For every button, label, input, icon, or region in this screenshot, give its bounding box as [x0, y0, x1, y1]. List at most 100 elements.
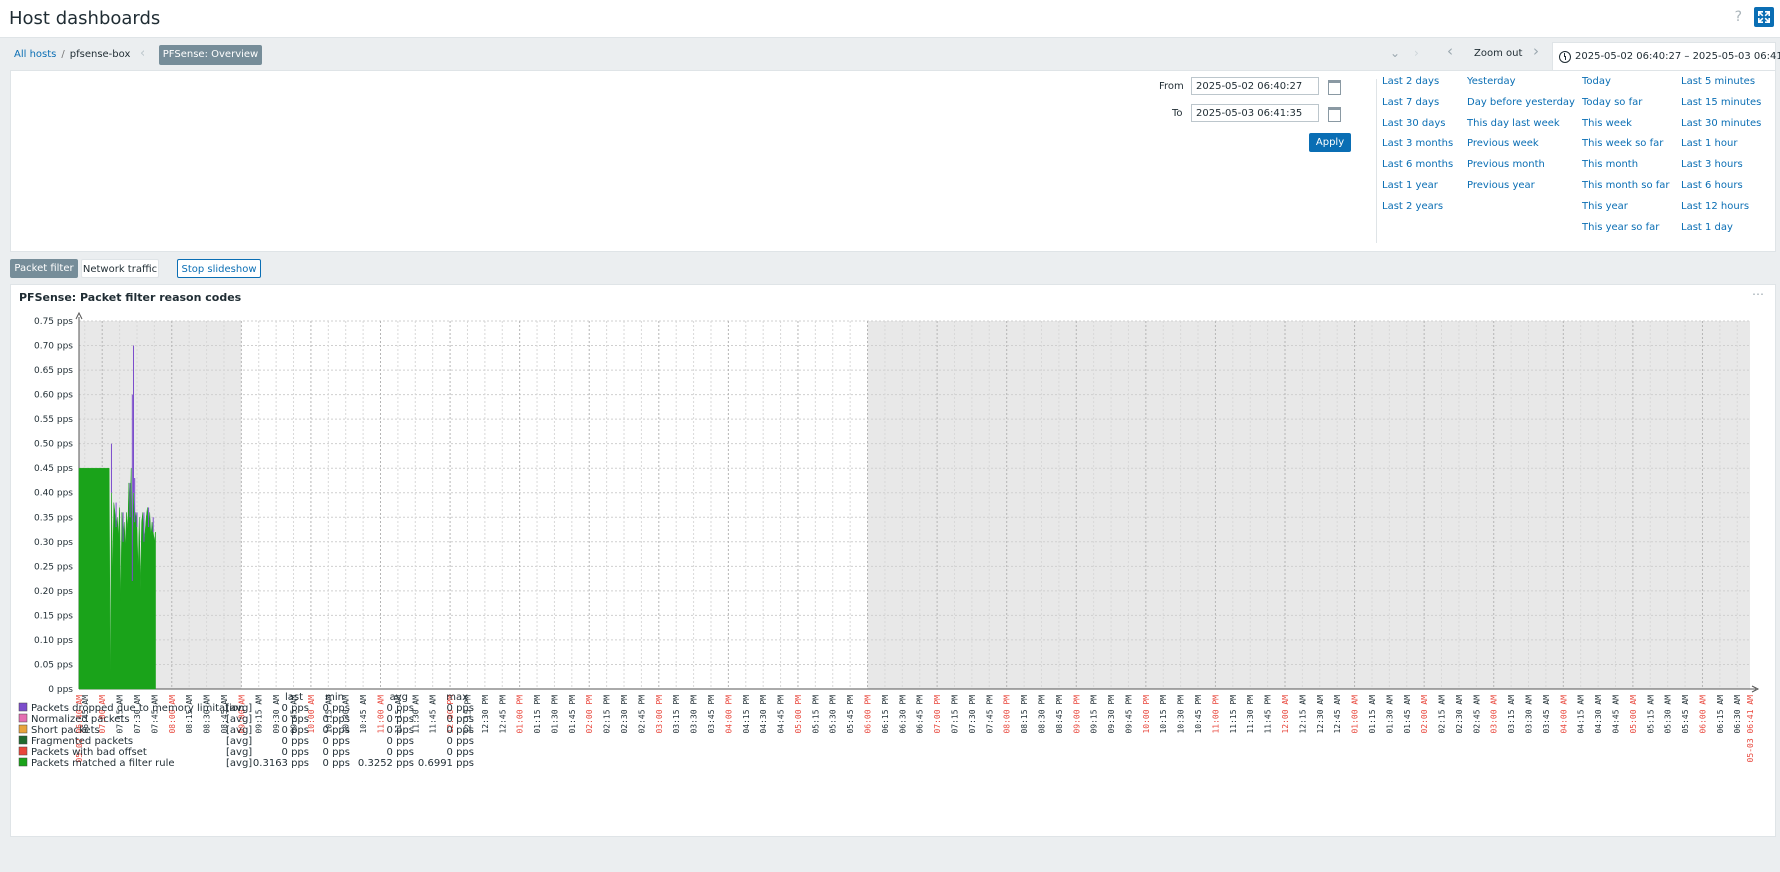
quick-range-link[interactable]: Last 1 day	[1681, 222, 1733, 233]
x-tick-label: 01:30 AM	[1385, 695, 1394, 734]
quick-range-link[interactable]: Day before yesterday	[1467, 97, 1575, 108]
quick-range-link[interactable]: Last 1 year	[1382, 180, 1438, 191]
quick-range-link[interactable]: Last 15 minutes	[1681, 97, 1761, 108]
quick-range-link[interactable]: Last 30 days	[1382, 118, 1446, 129]
x-tick-label: 02:00 PM	[585, 695, 594, 734]
calendar-icon[interactable]	[1328, 107, 1341, 122]
legend-swatch	[18, 724, 28, 734]
legend-value: 0 pps	[282, 725, 309, 736]
x-end-label: 05-03 06:41 AM	[1746, 695, 1755, 763]
time-forward-icon[interactable]: ›	[1533, 42, 1539, 60]
legend-function: [avg]	[226, 736, 252, 747]
x-tick-label: 12:45 PM	[498, 695, 507, 734]
quick-range-link[interactable]: This week so far	[1582, 138, 1663, 149]
quick-range-link[interactable]: Previous month	[1467, 159, 1545, 170]
quick-range-link[interactable]: Previous year	[1467, 180, 1535, 191]
x-tick-label: 01:30 PM	[550, 695, 559, 734]
legend-value: 0 pps	[447, 747, 474, 758]
breadcrumb-all-hosts[interactable]: All hosts	[14, 49, 56, 60]
quick-range-link[interactable]: Last 6 months	[1382, 159, 1453, 170]
legend-value: 0 pps	[323, 725, 350, 736]
x-tick-label: 02:30 AM	[1455, 695, 1464, 734]
legend-value: 0 pps	[447, 725, 474, 736]
legend-value: 0 pps	[323, 703, 350, 714]
kiosk-mode-button[interactable]	[1754, 7, 1774, 27]
legend-swatch	[18, 713, 28, 723]
legend-value: 0 pps	[387, 747, 414, 758]
x-tick-label: 03:00 AM	[1490, 695, 1499, 734]
legend-value: 0 pps	[282, 747, 309, 758]
quick-range-link[interactable]: Last 1 hour	[1681, 138, 1737, 149]
quick-range-link[interactable]: Yesterday	[1467, 76, 1516, 87]
tab-packet-filter[interactable]: Packet filter	[10, 259, 78, 278]
fullscreen-icon	[1758, 11, 1770, 23]
from-input[interactable]: 2025-05-02 06:40:27	[1191, 77, 1319, 95]
legend-function: [avg]	[226, 714, 252, 725]
quick-range-link[interactable]: This month so far	[1582, 180, 1670, 191]
breadcrumb: All hosts / pfsense-box	[14, 49, 130, 60]
quick-range-link[interactable]: Previous week	[1467, 138, 1539, 149]
quick-range-link[interactable]: Last 7 days	[1382, 97, 1439, 108]
legend-value: 0 pps	[447, 736, 474, 747]
quick-range-link[interactable]: Last 6 hours	[1681, 180, 1743, 191]
quick-range-link[interactable]: Last 2 days	[1382, 76, 1439, 87]
x-tick-label: 09:00 PM	[1072, 695, 1081, 734]
quick-range-link[interactable]: Last 5 minutes	[1681, 76, 1755, 87]
quick-range-link[interactable]: Today so far	[1582, 97, 1642, 108]
quick-range-link[interactable]: This week	[1582, 118, 1632, 129]
legend-header: min	[325, 692, 344, 703]
legend-swatch	[18, 746, 28, 756]
from-label: From	[1159, 81, 1184, 92]
quick-range-link[interactable]: Last 12 hours	[1681, 201, 1749, 212]
legend-header: avg	[390, 692, 408, 703]
quick-range-link[interactable]: Today	[1582, 76, 1611, 87]
y-tick-label: 0.55 pps	[34, 415, 73, 425]
legend-value: 0.3163 pps	[253, 758, 309, 769]
x-tick-label: 12:15 AM	[1298, 695, 1307, 734]
legend-value: 0 pps	[447, 703, 474, 714]
apply-button[interactable]: Apply	[1309, 133, 1351, 152]
legend-function: [avg]	[226, 703, 252, 714]
quick-range-link[interactable]: Last 2 years	[1382, 201, 1443, 212]
x-tick-label: 04:00 PM	[724, 695, 733, 734]
x-tick-label: 08:30 PM	[1037, 695, 1046, 734]
legend-value: 0 pps	[387, 736, 414, 747]
y-tick-label: 0.35 pps	[34, 513, 73, 523]
x-tick-label: 08:45 PM	[1055, 695, 1064, 734]
clock-icon	[1559, 51, 1571, 63]
to-input[interactable]: 2025-05-03 06:41:35	[1191, 104, 1319, 122]
quick-range-link[interactable]: Last 3 months	[1382, 138, 1453, 149]
quick-range-link[interactable]: This year	[1582, 201, 1628, 212]
x-tick-label: 07:00 PM	[933, 695, 942, 734]
x-tick-label: 01:00 PM	[516, 695, 525, 734]
x-tick-label: 05:15 AM	[1646, 695, 1655, 734]
quick-range-link[interactable]: Last 3 hours	[1681, 159, 1743, 170]
stop-slideshow-button[interactable]: Stop slideshow	[177, 259, 261, 278]
legend-series-name: Packets dropped due to memory limitation	[31, 703, 244, 714]
quick-range-link[interactable]: Last 30 minutes	[1681, 118, 1761, 129]
tab-network-traffic[interactable]: Network traffic	[81, 259, 159, 278]
breadcrumb-separator: /	[61, 49, 65, 60]
chevron-down-icon[interactable]: ⌄	[1390, 46, 1400, 60]
quick-range-link[interactable]: This year so far	[1582, 222, 1659, 233]
dashboard-page-button[interactable]: PFSense: Overview	[159, 45, 262, 65]
x-tick-label: 02:15 PM	[603, 695, 612, 734]
x-tick-label: 07:45 AM	[150, 695, 159, 734]
x-tick-label: 09:30 PM	[1107, 695, 1116, 734]
calendar-icon[interactable]	[1328, 80, 1341, 95]
chevron-right-icon[interactable]: ›	[1414, 46, 1419, 60]
x-tick-label: 11:45 AM	[429, 695, 438, 734]
x-tick-label: 05:00 AM	[1629, 695, 1638, 734]
breadcrumb-host[interactable]: pfsense-box	[70, 49, 131, 60]
y-tick-label: 0.30 pps	[34, 538, 73, 548]
quick-range-link[interactable]: This month	[1582, 159, 1638, 170]
zoom-out-button[interactable]: Zoom out	[1474, 48, 1522, 59]
chevron-left-icon[interactable]: ‹	[140, 46, 145, 61]
help-icon[interactable]: ?	[1735, 9, 1742, 25]
legend-header: max	[446, 692, 468, 703]
x-tick-label: 01:45 AM	[1403, 695, 1412, 734]
y-tick-label: 0.75 pps	[34, 317, 73, 327]
time-back-icon[interactable]: ‹	[1447, 42, 1453, 60]
time-range-tab[interactable]: 2025-05-02 06:40:27 – 2025-05-03 06:41:3…	[1552, 42, 1780, 71]
quick-range-link[interactable]: This day last week	[1467, 118, 1560, 129]
